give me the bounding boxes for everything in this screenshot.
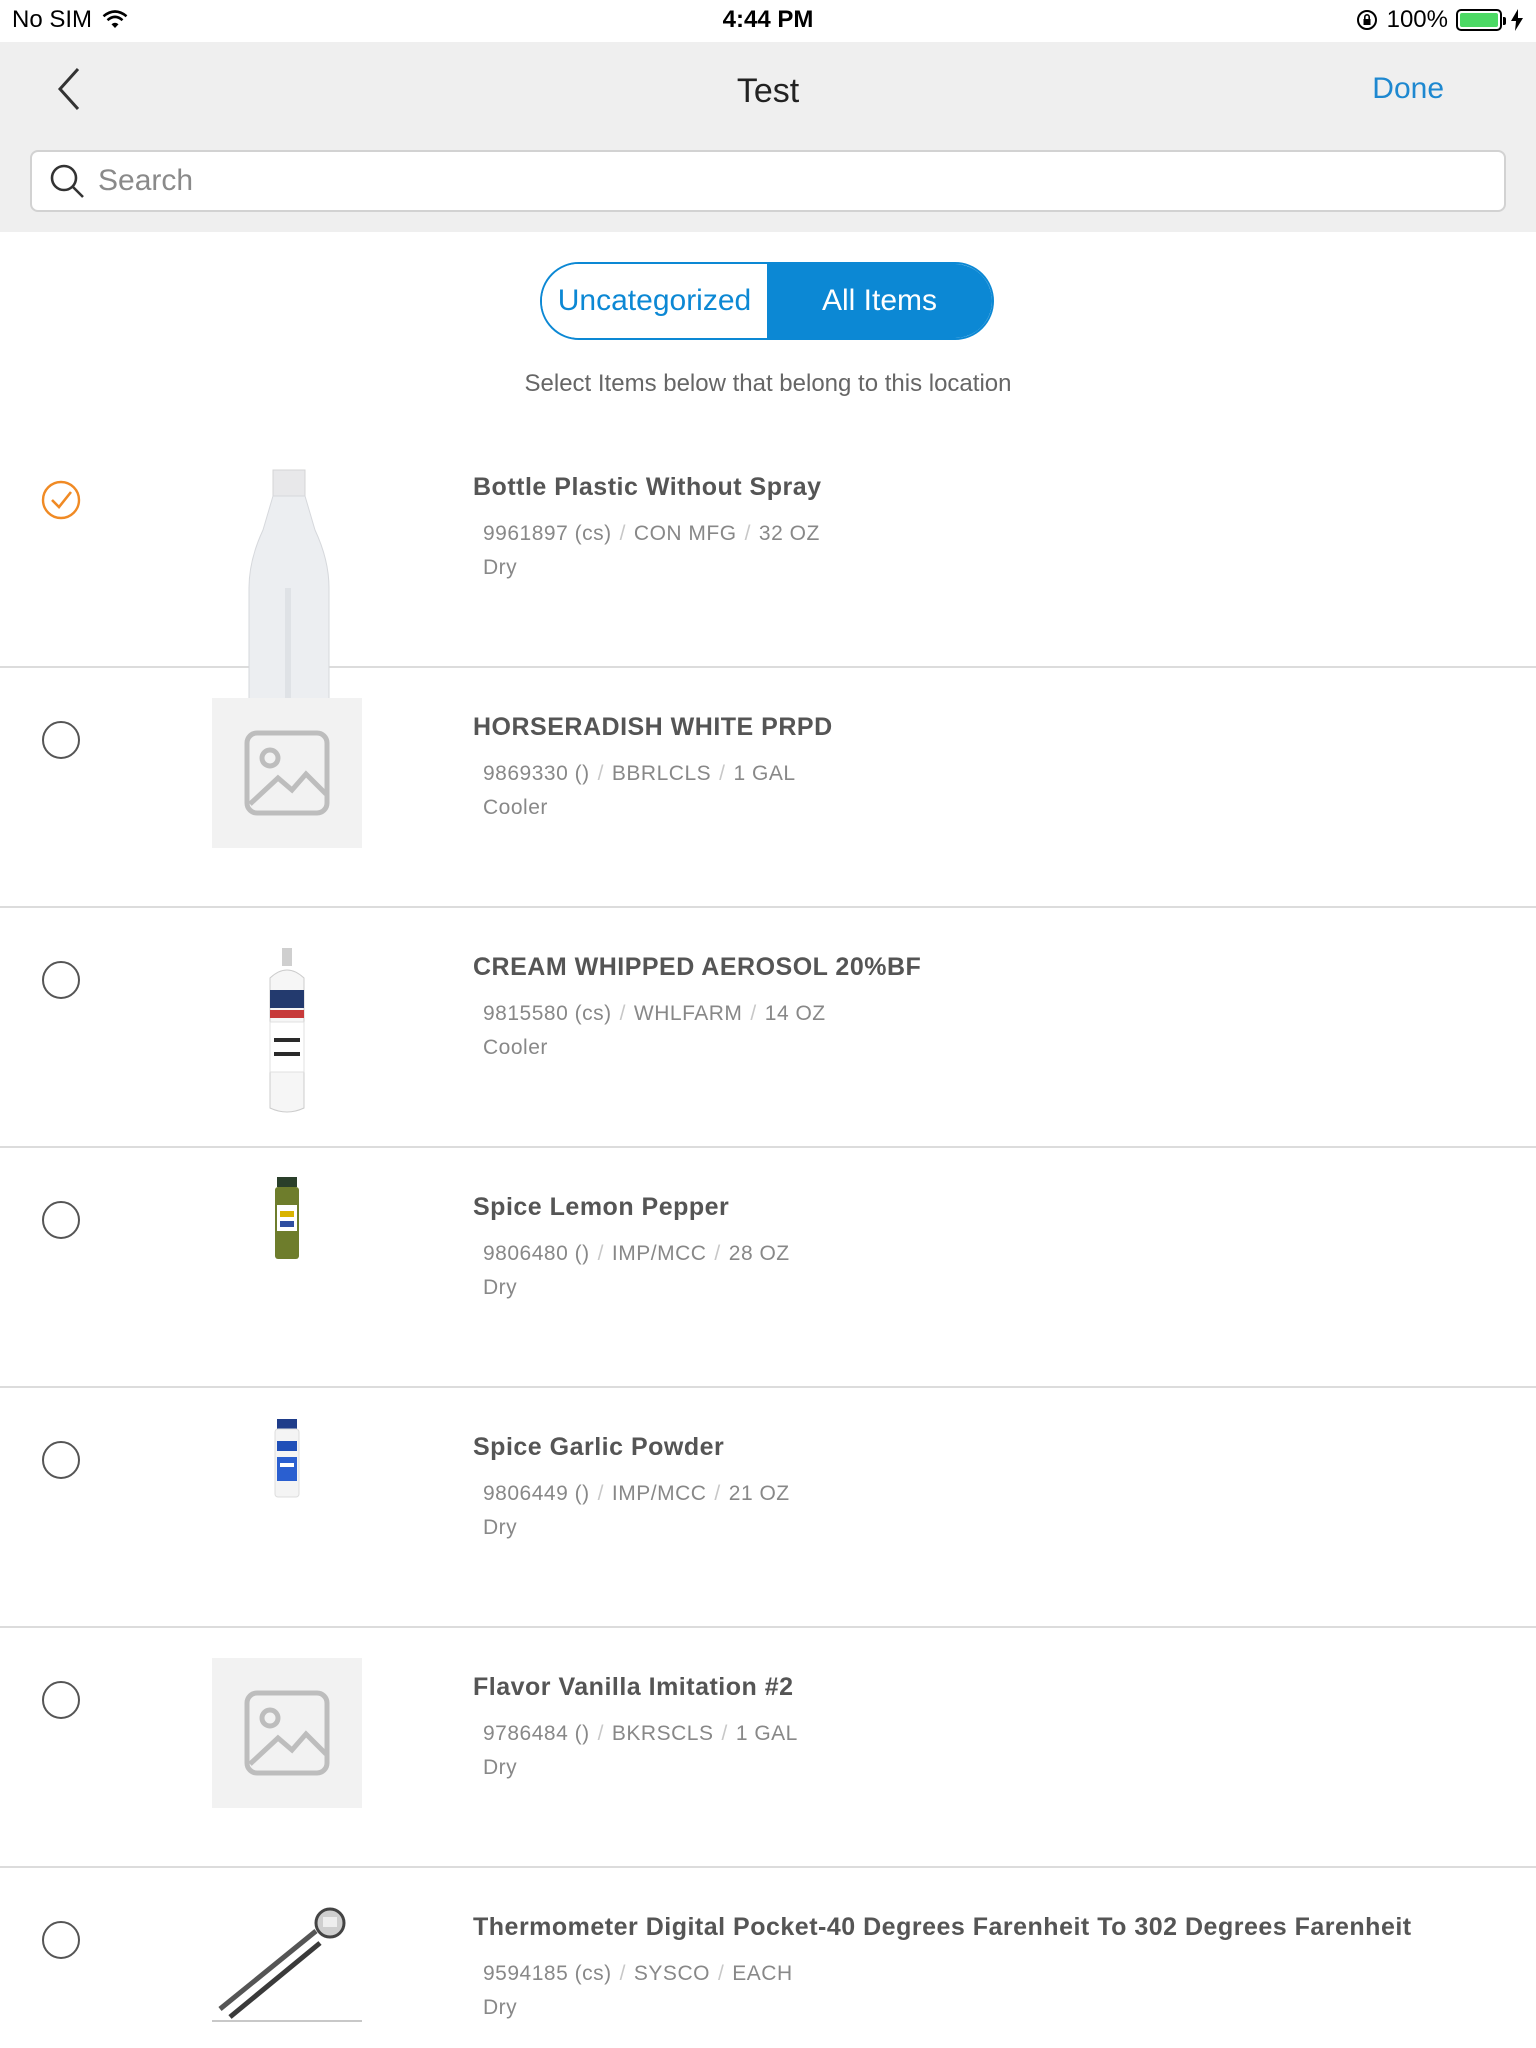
status-right: 100% — [1355, 6, 1524, 34]
segment-all-items[interactable]: All Items — [767, 264, 992, 338]
item-meta: 9869330 () / BBRLCLS/1 GAL — [483, 762, 796, 785]
page-title: Test — [736, 72, 800, 110]
done-button[interactable]: Done — [1372, 72, 1444, 106]
item-location: Dry — [483, 1516, 518, 1539]
item-code: 9961897 (cs) — [483, 522, 612, 545]
list-item[interactable]: Thermometer Digital Pocket-40 Degrees Fa… — [0, 1868, 1536, 2048]
category-segmented-control: Uncategorized All Items — [540, 262, 994, 340]
item-name: Bottle Plastic Without Spray — [473, 473, 822, 501]
item-name: Thermometer Digital Pocket-40 Degrees Fa… — [473, 1913, 1412, 1941]
spice-jar-image — [212, 1414, 362, 1504]
item-meta: 9815580 (cs) / WHLFARM/14 OZ — [483, 1002, 826, 1025]
unchecked-circle-icon[interactable] — [41, 1680, 81, 1720]
item-pack: EACH — [732, 1962, 793, 1985]
instruction-text: Select Items below that belong to this l… — [524, 370, 1012, 397]
list-item[interactable]: Spice Lemon Pepper 9806480 () / IMP/MCC/28… — [0, 1148, 1536, 1388]
unchecked-circle-icon[interactable] — [41, 720, 81, 760]
item-pack: 14 OZ — [764, 1002, 826, 1025]
item-name: CREAM WHIPPED AEROSOL 20%BF — [473, 953, 922, 981]
item-brand: BBRLCLS — [611, 762, 712, 785]
unchecked-circle-icon[interactable] — [41, 960, 81, 1000]
segment-uncategorized[interactable]: Uncategorized — [542, 264, 767, 338]
item-location: Dry — [483, 1996, 518, 2019]
unchecked-circle-icon[interactable] — [41, 1200, 81, 1240]
item-info: Spice Garlic Powder 9806449 () / IMP/MCC/2… — [473, 1432, 1416, 1540]
status-time: 4:44 PM — [722, 6, 814, 33]
item-code: 9786484 () — [483, 1722, 590, 1745]
search-bar[interactable] — [30, 150, 1506, 212]
thermometer-image — [212, 1888, 362, 2038]
item-location: Cooler — [483, 1036, 548, 1059]
item-pack: 28 OZ — [728, 1242, 790, 1265]
item-code: 9806449 () — [483, 1482, 590, 1505]
item-brand: CON MFG — [633, 522, 737, 545]
rotation-lock-icon — [1356, 10, 1377, 30]
status-bar: No SIM 4:44 PM 100% — [0, 0, 1536, 42]
item-pack: 21 OZ — [728, 1482, 790, 1505]
item-brand: IMP/MCC — [611, 1242, 707, 1265]
item-name: Spice Garlic Powder — [473, 1433, 725, 1461]
image-placeholder-icon — [212, 698, 362, 848]
charging-bolt-icon — [1511, 9, 1523, 31]
item-meta: 9806449 () / IMP/MCC/21 OZ — [483, 1482, 790, 1505]
list-item[interactable]: CREAM WHIPPED AEROSOL 20%BF 9815580 (cs)… — [0, 908, 1536, 1148]
item-pack: 1 GAL — [735, 1722, 798, 1745]
item-info: Spice Lemon Pepper 9806480 () / IMP/MCC/28… — [473, 1192, 1416, 1300]
nav-header: Test Done — [0, 42, 1536, 232]
item-location: Dry — [483, 1756, 518, 1779]
battery-icon — [1456, 9, 1506, 31]
item-info: Bottle Plastic Without Spray 9961897 (cs… — [473, 472, 1416, 580]
spice-jar-image — [212, 1174, 362, 1264]
battery-percent: 100% — [1386, 6, 1448, 33]
list-item[interactable]: Flavor Vanilla Imitation #2 9786484 () / B… — [0, 1628, 1536, 1868]
item-code: 9815580 (cs) — [483, 1002, 612, 1025]
item-meta: 9594185 (cs) / SYSCO / EACH — [483, 1962, 793, 1985]
list-item[interactable]: HORSERADISH WHITE PRPD 9869330 () / BBRLCL… — [0, 668, 1536, 908]
list-item[interactable]: Bottle Plastic Without Spray 9961897 (cs… — [0, 428, 1536, 704]
item-meta: 9961897 (cs) / CON MFG/32 OZ — [483, 522, 820, 545]
item-brand: IMP/MCC — [611, 1482, 707, 1505]
item-brand: BKRSCLS — [611, 1722, 714, 1745]
item-code: 9594185 (cs) — [483, 1962, 612, 1985]
item-code: 9806480 () — [483, 1242, 590, 1265]
item-info: Flavor Vanilla Imitation #2 9786484 () / B… — [473, 1672, 1416, 1780]
item-meta: 9786484 () / BKRSCLS/1 GAL — [483, 1722, 798, 1745]
item-list: Bottle Plastic Without Spray 9961897 (cs… — [0, 428, 1536, 2048]
item-meta: 9806480 () / IMP/MCC/28 OZ — [483, 1242, 790, 1265]
image-placeholder-icon — [212, 1658, 362, 1808]
search-input[interactable] — [98, 164, 1478, 198]
item-code: 9869330 () — [483, 762, 590, 785]
checked-circle-icon[interactable] — [41, 480, 81, 520]
battery-level — [1460, 13, 1498, 27]
item-name: Flavor Vanilla Imitation #2 — [473, 1673, 794, 1701]
item-location: Dry — [483, 556, 518, 579]
item-pack: 32 OZ — [758, 522, 820, 545]
list-item[interactable]: Spice Garlic Powder 9806449 () / IMP/MCC/2… — [0, 1388, 1536, 1628]
item-brand: WHLFARM — [633, 1002, 743, 1025]
item-location: Cooler — [483, 796, 548, 819]
item-info: CREAM WHIPPED AEROSOL 20%BF 9815580 (cs)… — [473, 952, 1416, 1060]
item-name: Spice Lemon Pepper — [473, 1193, 730, 1221]
search-icon — [50, 164, 84, 198]
unchecked-circle-icon[interactable] — [41, 1440, 81, 1480]
unchecked-circle-icon[interactable] — [41, 1920, 81, 1960]
item-brand: SYSCO — [633, 1962, 710, 1985]
aerosol-can-image — [212, 948, 362, 1118]
item-info: HORSERADISH WHITE PRPD 9869330 () / BBRLCL… — [473, 712, 1416, 820]
item-pack: 1 GAL — [733, 762, 796, 785]
item-info: Thermometer Digital Pocket-40 Degrees Fa… — [473, 1912, 1416, 2020]
item-location: Dry — [483, 1276, 518, 1299]
item-name: HORSERADISH WHITE PRPD — [473, 713, 833, 741]
